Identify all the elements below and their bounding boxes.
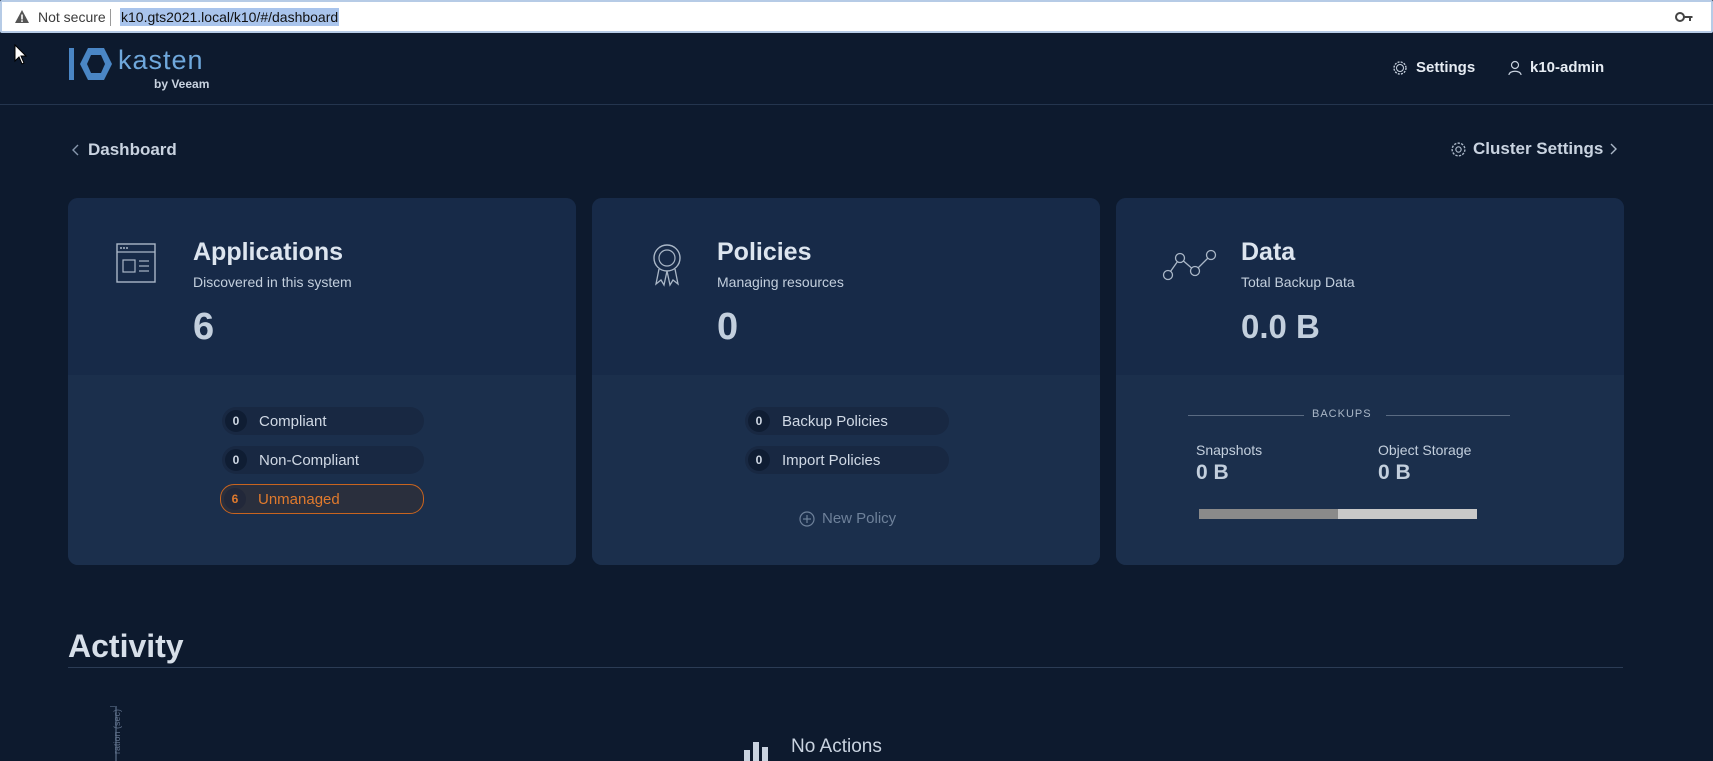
address-bar[interactable]: Not secure k10.gts2021.local/k10/#/dashb…	[0, 0, 1713, 33]
backup-policies-filter[interactable]: 0 Backup Policies	[745, 407, 949, 435]
divider	[1386, 415, 1510, 416]
warning-icon	[15, 10, 29, 23]
key-icon[interactable]	[1675, 11, 1693, 23]
non-compliant-count: 0	[225, 449, 247, 471]
user-menu-button[interactable]: k10-admin	[1508, 59, 1604, 76]
policies-subtitle: Managing resources	[717, 274, 844, 290]
new-policy-label: New Policy	[822, 510, 897, 527]
compliant-count: 0	[225, 410, 247, 432]
data-title: Data	[1241, 238, 1296, 266]
policies-count: 0	[717, 306, 739, 348]
logo-subtitle: by Veeam	[154, 77, 210, 91]
applications-subtitle: Discovered in this system	[193, 274, 352, 290]
logo-wordmark: kasten	[118, 45, 204, 75]
user-icon	[1508, 60, 1522, 75]
snapshots-value: 0 B	[1196, 461, 1229, 484]
chart-y-axis-label: ration (sec)	[112, 708, 122, 754]
unmanaged-filter[interactable]: 6 Unmanaged	[220, 484, 424, 514]
activity-heading: Activity	[68, 628, 184, 664]
backup-policies-label: Backup Policies	[782, 412, 888, 430]
import-policies-label: Import Policies	[782, 451, 881, 469]
data-card[interactable]: Data Total Backup Data 0.0 B BACKUPS Sna…	[1116, 198, 1624, 565]
chart-axis-tick	[110, 706, 116, 707]
cluster-settings-label: Cluster Settings	[1473, 139, 1604, 158]
object-storage-label: Object Storage	[1378, 442, 1472, 458]
non-compliant-filter[interactable]: 0 Non-Compliant	[222, 446, 424, 474]
import-policies-count: 0	[748, 449, 770, 471]
compliant-label: Compliant	[259, 412, 327, 430]
divider	[68, 667, 1623, 668]
data-total: 0.0 B	[1241, 308, 1320, 345]
policies-card[interactable]: Policies Managing resources 0 0 Backup P…	[592, 198, 1100, 565]
policies-title: Policies	[717, 238, 812, 266]
import-policies-filter[interactable]: 0 Import Policies	[745, 446, 949, 474]
user-label: k10-admin	[1530, 59, 1605, 76]
snapshots-label: Snapshots	[1196, 442, 1263, 458]
kasten-logo-icon[interactable]	[68, 46, 112, 82]
divider	[110, 9, 111, 26]
storage-split-bar	[1199, 509, 1477, 519]
backups-label: BACKUPS	[1312, 408, 1372, 420]
applications-card[interactable]: Applications Discovered in this system 6…	[68, 198, 576, 565]
object-storage-value: 0 B	[1378, 461, 1411, 484]
no-actions-text: No Actions	[791, 736, 882, 757]
data-subtitle: Total Backup Data	[1241, 274, 1355, 290]
page-title: Dashboard	[88, 140, 177, 159]
applications-count: 6	[193, 306, 215, 348]
chevron-right-icon	[1610, 143, 1618, 155]
gear-icon	[1451, 141, 1466, 157]
applications-title: Applications	[193, 238, 344, 266]
card-header	[1116, 198, 1624, 375]
top-header: kasten by Veeam Settings k10-admin	[0, 33, 1713, 105]
unmanaged-count: 6	[224, 488, 246, 510]
settings-icon	[1393, 60, 1407, 75]
compliant-filter[interactable]: 0 Compliant	[222, 407, 424, 435]
chevron-left-icon	[72, 144, 79, 156]
data-trend-icon	[1162, 249, 1217, 281]
security-status[interactable]: Not secure	[38, 9, 106, 25]
backup-policies-count: 0	[748, 410, 770, 432]
card-body	[1116, 375, 1624, 565]
bar-chart-icon	[744, 742, 768, 761]
settings-button[interactable]: Settings	[1392, 59, 1475, 76]
non-compliant-label: Non-Compliant	[259, 451, 360, 469]
plus-circle-icon	[799, 510, 815, 527]
cluster-settings-link[interactable]: Cluster Settings	[1450, 139, 1618, 159]
ribbon-award-icon	[653, 244, 681, 287]
unmanaged-label: Unmanaged	[258, 490, 340, 508]
breadcrumb[interactable]: Dashboard	[72, 140, 177, 160]
application-window-icon	[116, 243, 156, 283]
snapshots-bar-segment	[1199, 509, 1338, 519]
settings-label: Settings	[1416, 59, 1476, 76]
divider	[1188, 415, 1304, 416]
new-policy-button[interactable]: New Policy	[799, 510, 896, 527]
url-text[interactable]: k10.gts2021.local/k10/#/dashboard	[120, 8, 340, 26]
